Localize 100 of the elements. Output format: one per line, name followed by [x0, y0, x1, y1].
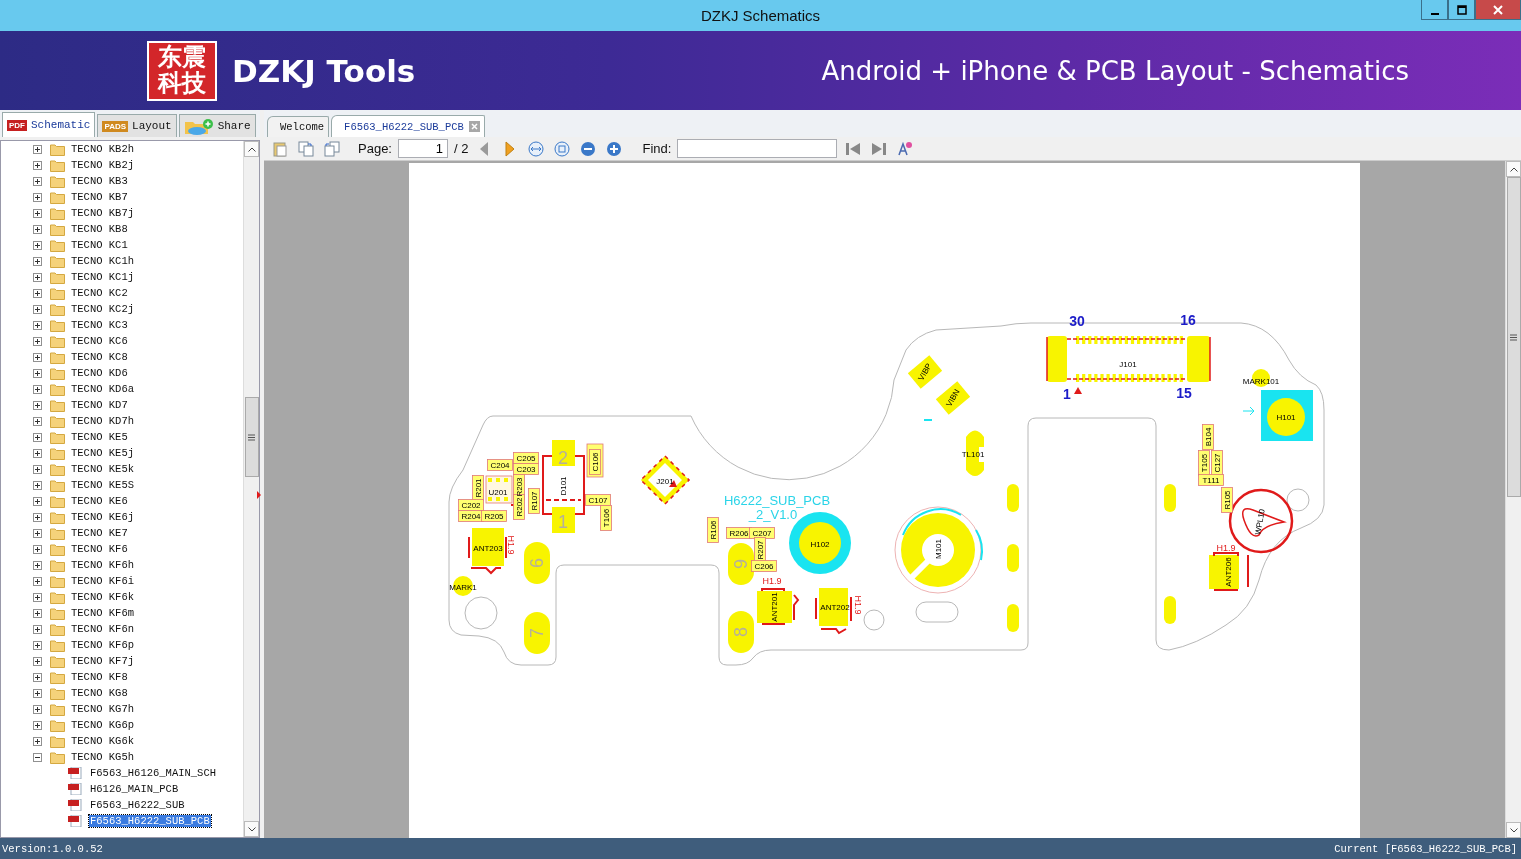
expand-icon[interactable]: [33, 400, 42, 410]
expand-icon[interactable]: [33, 576, 42, 586]
collapse-icon[interactable]: [33, 752, 42, 762]
tree-item[interactable]: TECNO KF6p: [70, 639, 135, 651]
tree-item[interactable]: TECNO KE7: [70, 527, 129, 539]
tree-item[interactable]: TECNO KG6k: [70, 735, 135, 747]
expand-icon[interactable]: [33, 608, 42, 618]
minimize-button[interactable]: [1421, 0, 1448, 20]
tree-item[interactable]: TECNO KE5: [70, 431, 129, 443]
tree-item[interactable]: TECNO KD6a: [70, 383, 135, 395]
find-field[interactable]: [677, 139, 838, 158]
expand-icon[interactable]: [33, 288, 42, 298]
expand-icon[interactable]: [33, 272, 42, 282]
panel-tab[interactable]: PDF Schematic: [2, 112, 96, 137]
scroll-thumb[interactable]: [244, 397, 259, 477]
expand-icon[interactable]: [33, 416, 42, 426]
expand-icon[interactable]: [33, 656, 42, 666]
tree-item[interactable]: TECNO KF7j: [70, 655, 135, 667]
expand-icon[interactable]: [33, 720, 42, 730]
expand-icon[interactable]: [33, 512, 42, 522]
tree-item[interactable]: TECNO KG7h: [70, 703, 135, 715]
page-field[interactable]: 1: [398, 139, 448, 158]
expand-icon[interactable]: [33, 144, 42, 154]
expand-icon[interactable]: [33, 480, 42, 490]
scrollbar[interactable]: [1505, 161, 1521, 838]
tree-item[interactable]: TECNO KF6h: [70, 559, 135, 571]
tree-item[interactable]: TECNO KE6: [70, 495, 129, 507]
document-tab[interactable]: Welcome: [267, 116, 330, 137]
tree-item[interactable]: TECNO KE5S: [70, 479, 135, 491]
expand-icon[interactable]: [33, 176, 42, 186]
scrollbar[interactable]: [243, 141, 259, 837]
panel-tab[interactable]: PADS Layout: [97, 114, 177, 137]
splitter-arrow-icon[interactable]: [257, 491, 261, 499]
tree-item[interactable]: TECNO KC3: [70, 319, 129, 331]
expand-icon[interactable]: [33, 368, 42, 378]
scroll-down-button[interactable]: [244, 821, 259, 837]
tree-item[interactable]: TECNO KB8: [70, 223, 129, 235]
tree-item[interactable]: TECNO KF6i: [70, 575, 135, 587]
document-tab[interactable]: F6563_H6222_SUB_PCB: [331, 115, 485, 137]
fit-width-button[interactable]: [526, 138, 547, 159]
expand-icon[interactable]: [33, 384, 42, 394]
expand-icon[interactable]: [33, 688, 42, 698]
expand-icon[interactable]: [33, 352, 42, 362]
tree-item[interactable]: TECNO KE5k: [70, 463, 135, 475]
tree-item[interactable]: TECNO KC1: [70, 239, 129, 251]
expand-icon[interactable]: [33, 464, 42, 474]
tree-item[interactable]: TECNO KB2h: [70, 143, 135, 155]
tree-item[interactable]: TECNO KG6p: [70, 719, 135, 731]
tree-item[interactable]: TECNO KC6: [70, 335, 129, 347]
expand-icon[interactable]: [33, 240, 42, 250]
expand-icon[interactable]: [33, 432, 42, 442]
tree-item[interactable]: TECNO KG8: [70, 687, 129, 699]
expand-icon[interactable]: [33, 704, 42, 714]
close-button[interactable]: [1475, 0, 1521, 20]
tree-item[interactable]: TECNO KF6m: [70, 607, 135, 619]
expand-icon[interactable]: [33, 624, 42, 634]
tree-item[interactable]: TECNO KC1h: [70, 255, 135, 267]
panel-tab[interactable]: Share: [178, 114, 256, 137]
expand-icon[interactable]: [33, 544, 42, 554]
expand-icon[interactable]: [33, 320, 42, 330]
tree-item[interactable]: TECNO KF8: [70, 671, 129, 683]
tree-item[interactable]: F6563_H6222_SUB_PCB: [89, 815, 211, 827]
expand-icon[interactable]: [33, 560, 42, 570]
tree-item[interactable]: TECNO KE6j: [70, 511, 135, 523]
expand-icon[interactable]: [33, 336, 42, 346]
tree-item[interactable]: H6126_MAIN_PCB: [89, 783, 180, 795]
tree-item[interactable]: TECNO KF6: [70, 543, 129, 555]
scroll-up-button[interactable]: [244, 141, 259, 157]
scroll-up-button[interactable]: [1506, 161, 1521, 177]
expand-icon[interactable]: [33, 304, 42, 314]
tree-item[interactable]: TECNO KC2: [70, 287, 129, 299]
tree-item[interactable]: TECNO KC1j: [70, 271, 135, 283]
scroll-thumb[interactable]: [1506, 177, 1521, 497]
tree-item[interactable]: F6563_H6222_SUB: [89, 799, 186, 811]
maximize-button[interactable]: [1448, 0, 1475, 20]
tree-item[interactable]: TECNO KC2j: [70, 303, 135, 315]
expand-icon[interactable]: [33, 736, 42, 746]
tree-item[interactable]: TECNO KD7: [70, 399, 129, 411]
tree-item[interactable]: TECNO KB3: [70, 175, 129, 187]
tree-item[interactable]: TECNO KB7j: [70, 207, 135, 219]
expand-icon[interactable]: [33, 192, 42, 202]
tree-item[interactable]: TECNO KF6k: [70, 591, 135, 603]
expand-icon[interactable]: [33, 448, 42, 458]
tree-item[interactable]: TECNO KD7h: [70, 415, 135, 427]
expand-icon[interactable]: [33, 208, 42, 218]
expand-icon[interactable]: [33, 592, 42, 602]
expand-icon[interactable]: [33, 160, 42, 170]
scroll-down-button[interactable]: [1506, 822, 1521, 838]
expand-icon[interactable]: [33, 672, 42, 682]
tree-item[interactable]: TECNO KD6: [70, 367, 129, 379]
tree-item[interactable]: TECNO KB7: [70, 191, 129, 203]
fit-page-button[interactable]: [552, 138, 573, 159]
tree-item[interactable]: TECNO KG5h: [70, 751, 135, 763]
tree-item[interactable]: F6563_H6126_MAIN_SCH: [89, 767, 218, 779]
tree-item[interactable]: TECNO KF6n: [70, 623, 135, 635]
expand-icon[interactable]: [33, 256, 42, 266]
tree-item[interactable]: TECNO KB2j: [70, 159, 135, 171]
expand-icon[interactable]: [33, 224, 42, 234]
expand-icon[interactable]: [33, 528, 42, 538]
tree-item[interactable]: TECNO KE5j: [70, 447, 135, 459]
